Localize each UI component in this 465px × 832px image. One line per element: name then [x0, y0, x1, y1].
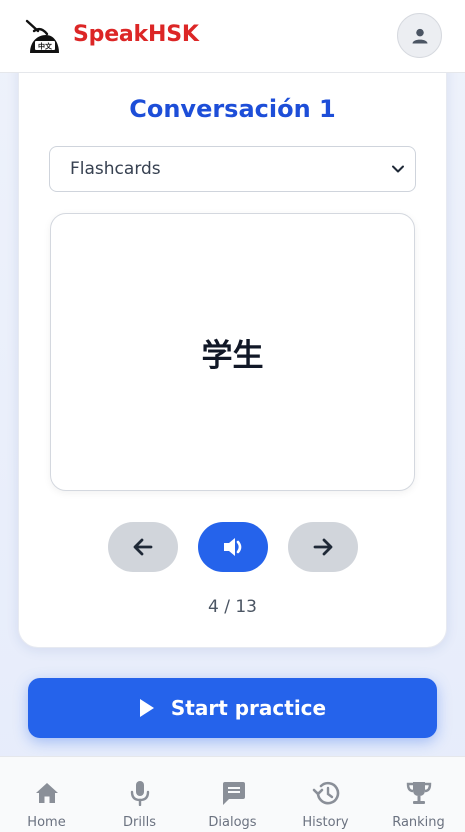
- lesson-title: Conversación 1: [129, 95, 336, 123]
- nav-label-history: History: [302, 815, 349, 830]
- nav-item-dialogs[interactable]: Dialogs: [186, 757, 279, 832]
- mode-select[interactable]: Flashcards: [49, 146, 416, 192]
- logo-text: 中文: [38, 42, 53, 51]
- flashcard-text: 学生: [201, 337, 264, 374]
- flashcard[interactable]: 学生: [50, 213, 415, 491]
- chevron-down-icon: [392, 165, 404, 173]
- chat-icon: [222, 782, 245, 805]
- home-icon: [35, 783, 58, 803]
- history-icon: [312, 781, 339, 805]
- play-audio-button[interactable]: [198, 522, 268, 572]
- start-practice-button[interactable]: Start practice: [28, 678, 437, 738]
- previous-card-button[interactable]: [108, 522, 178, 572]
- nav-item-ranking[interactable]: Ranking: [372, 757, 465, 832]
- nav-item-drills[interactable]: Drills: [93, 757, 186, 832]
- nav-label-dialogs: Dialogs: [208, 815, 257, 830]
- nav-label-ranking: Ranking: [392, 815, 445, 830]
- mode-select-value: Flashcards: [70, 159, 161, 179]
- nav-label-home: Home: [27, 815, 66, 830]
- logo-icon[interactable]: 中文: [24, 17, 62, 55]
- nav-label-drills: Drills: [123, 815, 156, 830]
- next-card-button[interactable]: [288, 522, 358, 572]
- play-icon: [139, 698, 155, 718]
- user-icon: [412, 28, 427, 43]
- nav-item-home[interactable]: Home: [0, 757, 93, 832]
- card-counter: 4 / 13: [208, 597, 257, 617]
- bottom-nav: Home Drills Dialogs History Ranking: [0, 756, 465, 832]
- speaker-icon: [224, 538, 242, 556]
- app-header: 中文 SpeakHSK: [0, 0, 465, 73]
- trophy-icon: [406, 782, 431, 804]
- start-practice-label: Start practice: [170, 696, 327, 720]
- brand-name[interactable]: SpeakHSK: [73, 22, 199, 47]
- nav-item-history[interactable]: History: [279, 757, 372, 832]
- arrow-left-icon: [133, 538, 153, 556]
- microphone-icon: [130, 781, 149, 806]
- profile-avatar-button[interactable]: [397, 13, 442, 58]
- arrow-right-icon: [313, 538, 333, 556]
